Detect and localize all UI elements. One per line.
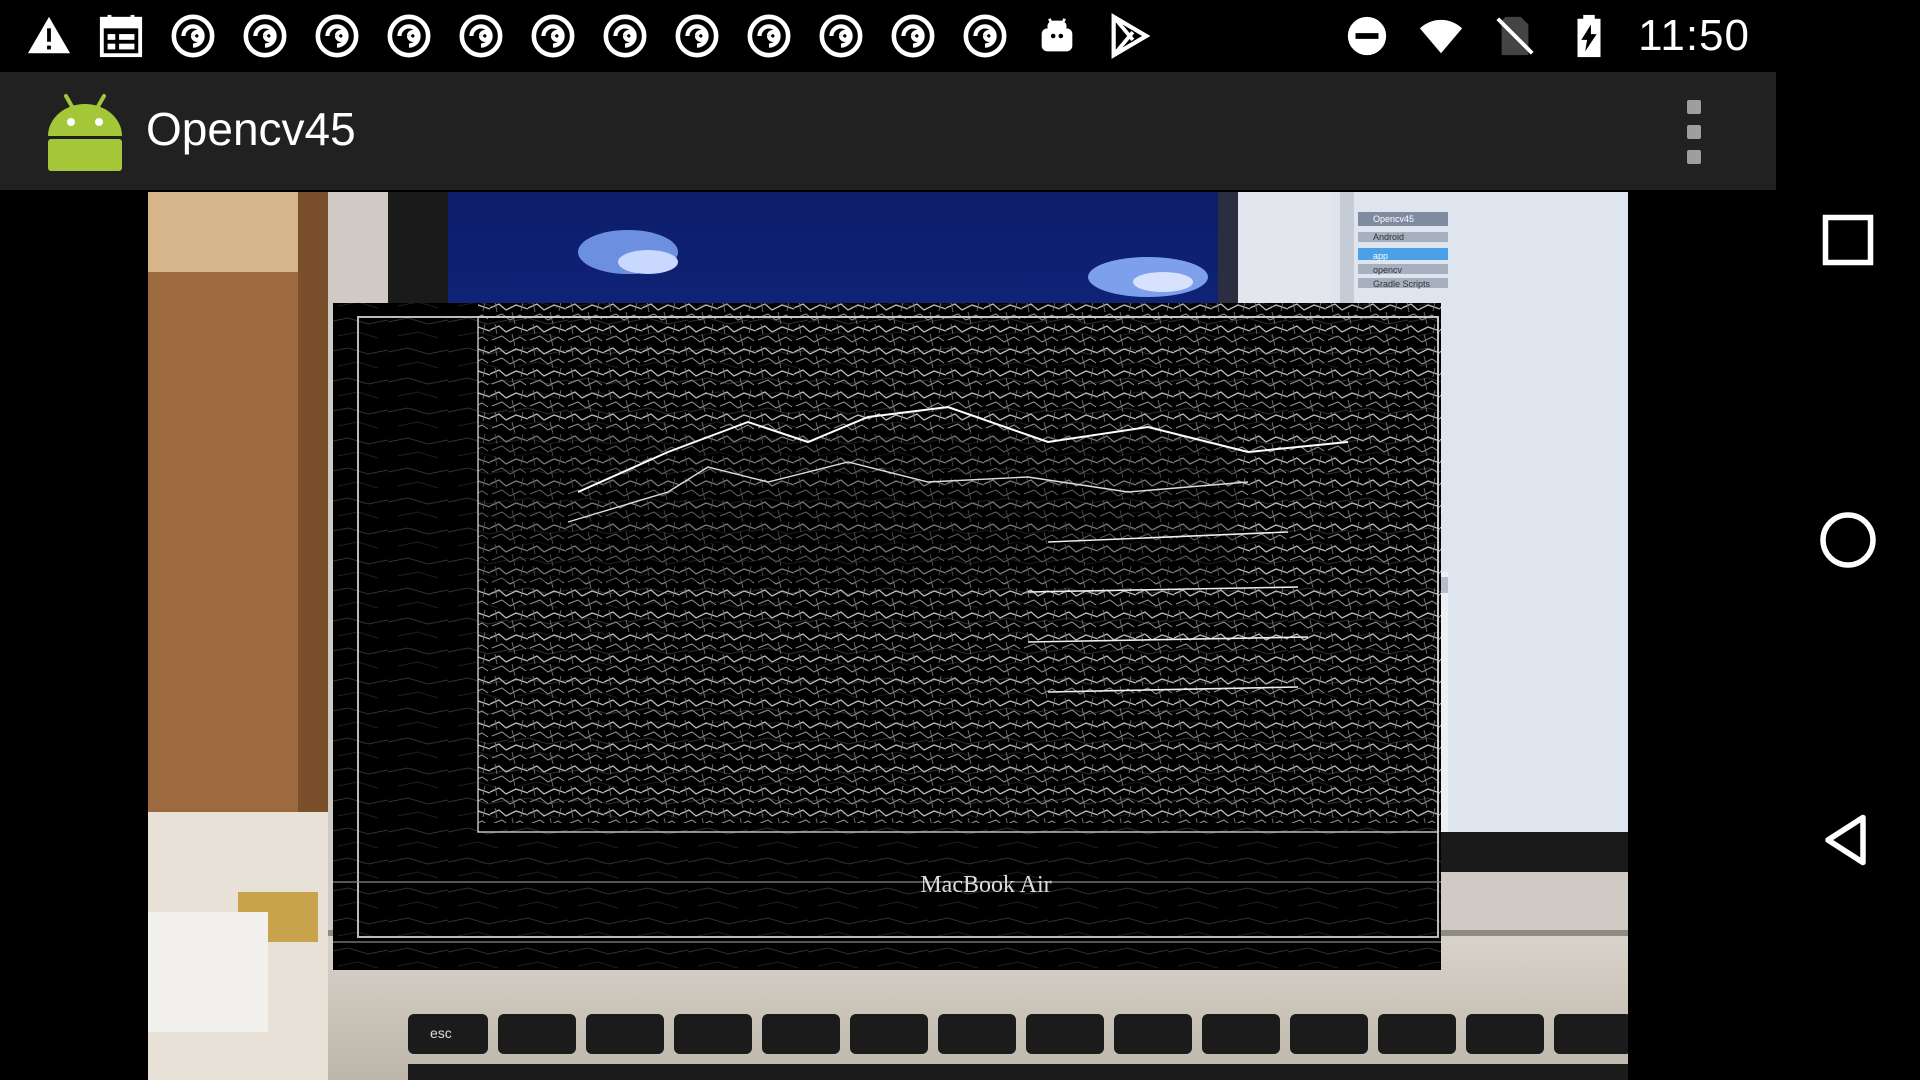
status-clock: 11:50 [1638,11,1750,60]
system-icons: 11:50 [1342,0,1750,72]
app-notification-icon [888,11,938,61]
app-notification-icon [528,11,578,61]
ide-tree-opencv: opencv [1373,265,1403,275]
overflow-dot [1687,150,1701,164]
do-not-disturb-icon [1342,11,1392,61]
calendar-icon [96,11,146,61]
overflow-menu-button[interactable] [1668,94,1720,170]
overflow-dot [1687,125,1701,139]
app-notification-icon [744,11,794,61]
app-notification-icon [600,11,650,61]
recents-button[interactable] [1798,190,1898,290]
status-bar: 11:50 [0,0,1776,72]
wifi-icon [1416,11,1466,61]
app-title: Opencv45 [146,103,356,155]
android-debug-icon [1032,11,1082,61]
ide-tree-android: Android [1373,232,1404,242]
app-notification-icon [312,11,362,61]
esc-key-label: esc [430,1025,452,1041]
back-icon [1825,814,1866,866]
app-notification-icon [384,11,434,61]
app-notification-icon [960,11,1010,61]
app-notification-icon [456,11,506,61]
macbook-air-label: MacBook Air [920,872,1051,898]
app-notification-icon [816,11,866,61]
home-icon [1820,512,1876,568]
no-sim-icon [1490,11,1540,61]
battery-charging-icon [1564,11,1614,61]
home-button[interactable] [1798,490,1898,590]
app-notification-icon [240,11,290,61]
ide-tree-app: app [1373,251,1388,261]
navigation-bar [1776,0,1920,1080]
app-toolbar: Opencv45 [0,72,1776,190]
camera-preview[interactable]: app Opencv45 Android opencv Gradle Scrip… [148,192,1628,1080]
overflow-dot [1687,100,1701,114]
warning-icon [24,11,74,61]
ide-tree-gradle: Gradle Scripts [1373,279,1431,289]
android-logo-icon [44,90,126,172]
ide-tree-project: Opencv45 [1373,214,1414,224]
recents-icon [1822,214,1874,266]
play-store-icon [1104,11,1154,61]
edge-detection-overlay: MacBook Air [333,303,1441,970]
app-notification-icon [168,11,218,61]
back-button[interactable] [1798,790,1898,890]
notification-icons [24,0,1154,72]
app-notification-icon [672,11,722,61]
